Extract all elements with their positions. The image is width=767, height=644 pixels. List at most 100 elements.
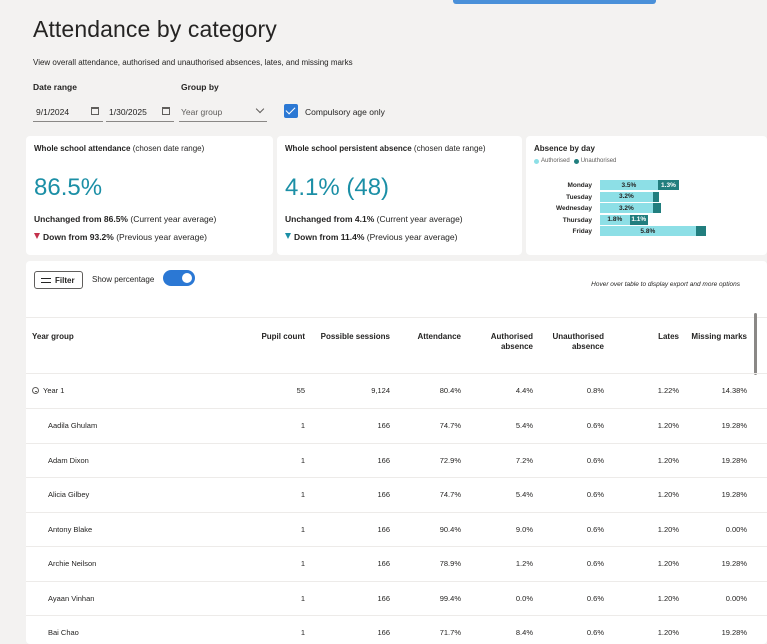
cell-sessions: 166: [377, 490, 390, 499]
cell-missing: 19.28%: [721, 559, 747, 568]
cell-unauthorised: 0.6%: [586, 559, 604, 568]
header-possible-sessions[interactable]: Possible sessions: [321, 332, 390, 342]
cell-unauthorised: 0.6%: [586, 524, 604, 534]
cell-lates: 1.20%: [657, 421, 679, 430]
table-row[interactable]: Aadila Ghulam 1 166 74.7% 5.4% 0.6% 1.20% 19.28…: [26, 408, 767, 443]
cell-pupils: 1: [300, 524, 305, 534]
bar-unauthorised[interactable]: [652, 203, 662, 213]
bar-row: Monday 3.5% 1.3%: [526, 180, 767, 191]
collapse-icon[interactable]: [32, 387, 39, 394]
cell-missing: 19.28%: [721, 421, 747, 430]
bar-authorised[interactable]: 5.8%: [600, 226, 696, 236]
cell-attendance: 72.9%: [439, 455, 461, 465]
cell-lates: 1.20%: [657, 559, 679, 568]
header-attendance[interactable]: Attendance: [417, 332, 461, 342]
cell-missing: 19.28%: [721, 455, 747, 465]
group-by-value: Year group: [181, 106, 223, 117]
persistent-absence-card: Whole school persistent absence (chosen …: [277, 136, 522, 255]
header-missing-marks[interactable]: Missing marks: [691, 332, 747, 342]
row-name: Antony Blake: [48, 524, 93, 534]
table-row[interactable]: Bai Chao 1 166 71.7% 8.4% 0.6% 1.20% 19.28%: [26, 615, 767, 644]
date-range-label: Date range: [33, 82, 77, 92]
bar-authorised[interactable]: 3.2%: [600, 191, 653, 202]
filter-icon: [41, 276, 51, 284]
attendance-value: 86.5%: [34, 174, 103, 201]
show-percentage-label: Show percentage: [92, 275, 155, 284]
cell-missing: 14.38%: [721, 386, 747, 395]
table-row[interactable]: Adam Dixon 1 166 72.9% 7.2% 0.6% 1.20% 19.28%: [26, 442, 767, 478]
header-unauthorised-absence[interactable]: Unauthorised absence: [552, 332, 604, 352]
bar-authorised[interactable]: 3.5%: [600, 180, 658, 190]
cell-unauthorised: 0.6%: [586, 455, 604, 465]
date-end-field[interactable]: 1/30/2025: [106, 102, 174, 122]
table-group-row[interactable]: Year 1 55 9,124 80.4% 4.4% 0.8% 1.22% 14.38%: [26, 373, 767, 408]
bar-unauthorised[interactable]: [652, 191, 660, 202]
cell-lates: 1.20%: [657, 455, 679, 465]
table-scrollbar[interactable]: [754, 313, 757, 375]
bar-unauthorised[interactable]: 1.3%: [657, 180, 680, 190]
header-lates[interactable]: Lates: [658, 332, 679, 342]
filter-button-label: Filter: [55, 275, 75, 285]
absence-chart-title: Absence by day: [534, 144, 595, 153]
calendar-icon[interactable]: [162, 107, 170, 115]
cell-authorised: 4.4%: [515, 386, 533, 395]
bar-unauthorised[interactable]: [695, 226, 706, 236]
cell-attendance: 71.7%: [439, 628, 461, 637]
table-row[interactable]: Antony Blake 1 166 90.4% 9.0% 0.6% 1.20% 0.00%: [26, 511, 767, 547]
date-start-field[interactable]: 9/1/2024: [33, 102, 103, 122]
attendance-current-comparison: Unchanged from 86.5% (Current year avera…: [34, 214, 217, 224]
bar-row: Wednesday 3.2%: [526, 203, 767, 214]
row-name: Archie Neilson: [48, 559, 97, 568]
bar-row: Thursday 1.8% 1.1%: [526, 214, 767, 226]
header-pupil-count[interactable]: Pupil count: [261, 332, 305, 342]
cell-name: Aadila Ghulam: [48, 421, 97, 430]
row-name: Ayaan Vinhan: [48, 593, 95, 603]
bar-authorised[interactable]: 1.8%: [600, 214, 630, 225]
row-name: Aadila Ghulam: [48, 421, 98, 430]
row-name: Bai Chao: [48, 628, 79, 637]
header-year-group[interactable]: Year group: [32, 332, 74, 342]
persistent-current-comparison: Unchanged from 4.1% (Current year averag…: [285, 214, 463, 224]
cell-name: Archie Neilson: [48, 559, 96, 568]
chevron-down-icon: [255, 104, 265, 114]
cell-attendance: 99.4%: [439, 593, 461, 603]
cell-name: Bai Chao: [48, 628, 79, 637]
cell-sessions: 166: [377, 524, 390, 534]
bar-category-label: Friday: [572, 228, 592, 235]
cell-name: Alicia Gilbey: [48, 490, 89, 499]
table-panel: Filter Show percentage Hover over table …: [26, 261, 767, 644]
bar-unauthorised[interactable]: 1.1%: [629, 214, 648, 225]
table-row[interactable]: Ayaan Vinhan 1 166 99.4% 0.0% 0.6% 1.20% 0.00%: [26, 580, 767, 616]
cell-lates: 1.22%: [657, 386, 679, 395]
table-row[interactable]: Alicia Gilbey 1 166 74.7% 5.4% 0.6% 1.20% 19.28…: [26, 477, 767, 512]
cell-missing: 19.28%: [721, 490, 747, 499]
legend-dot-authorised: [534, 158, 539, 164]
legend-dot-unauthorised: [573, 158, 579, 164]
calendar-icon[interactable]: [91, 107, 99, 115]
header-authorised-absence[interactable]: Authorised absence: [491, 332, 533, 352]
cell-unauthorised: 0.6%: [586, 593, 604, 603]
cell-sessions: 166: [377, 628, 390, 637]
cell-attendance: 74.7%: [439, 421, 461, 430]
attendance-previous-comparison: Down from 93.2% (Previous year average): [34, 232, 207, 242]
cell-pupils: 55: [296, 386, 305, 395]
show-percentage-toggle[interactable]: [163, 270, 195, 286]
down-triangle-icon: [34, 233, 40, 239]
chart-legend: Authorised Unauthorised: [534, 158, 616, 164]
bar-category-label: Thursday: [562, 216, 592, 224]
report-page: Attendance by category View overall atte…: [26, 6, 767, 644]
cell-unauthorised: 0.6%: [586, 628, 604, 637]
cell-authorised: 9.0%: [515, 524, 533, 534]
filter-button[interactable]: Filter: [34, 271, 83, 289]
attendance-card-title: Whole school attendance (chosen date ran…: [34, 144, 205, 153]
bar-authorised[interactable]: 3.2%: [600, 203, 653, 213]
table-row[interactable]: Archie Neilson 1 166 78.9% 1.2% 0.6% 1.20% 19.2…: [26, 546, 767, 581]
row-name: Year 1: [43, 386, 65, 395]
cell-unauthorised: 0.8%: [586, 386, 604, 395]
group-by-select[interactable]: Year group: [179, 102, 267, 122]
compulsory-age-checkbox[interactable]: [284, 104, 298, 118]
date-end-value: 1/30/2025: [109, 106, 147, 117]
cell-lates: 1.20%: [657, 524, 679, 534]
bar-row: Friday 5.8%: [526, 226, 767, 237]
page-subtitle: View overall attendance, authorised and …: [33, 58, 353, 67]
